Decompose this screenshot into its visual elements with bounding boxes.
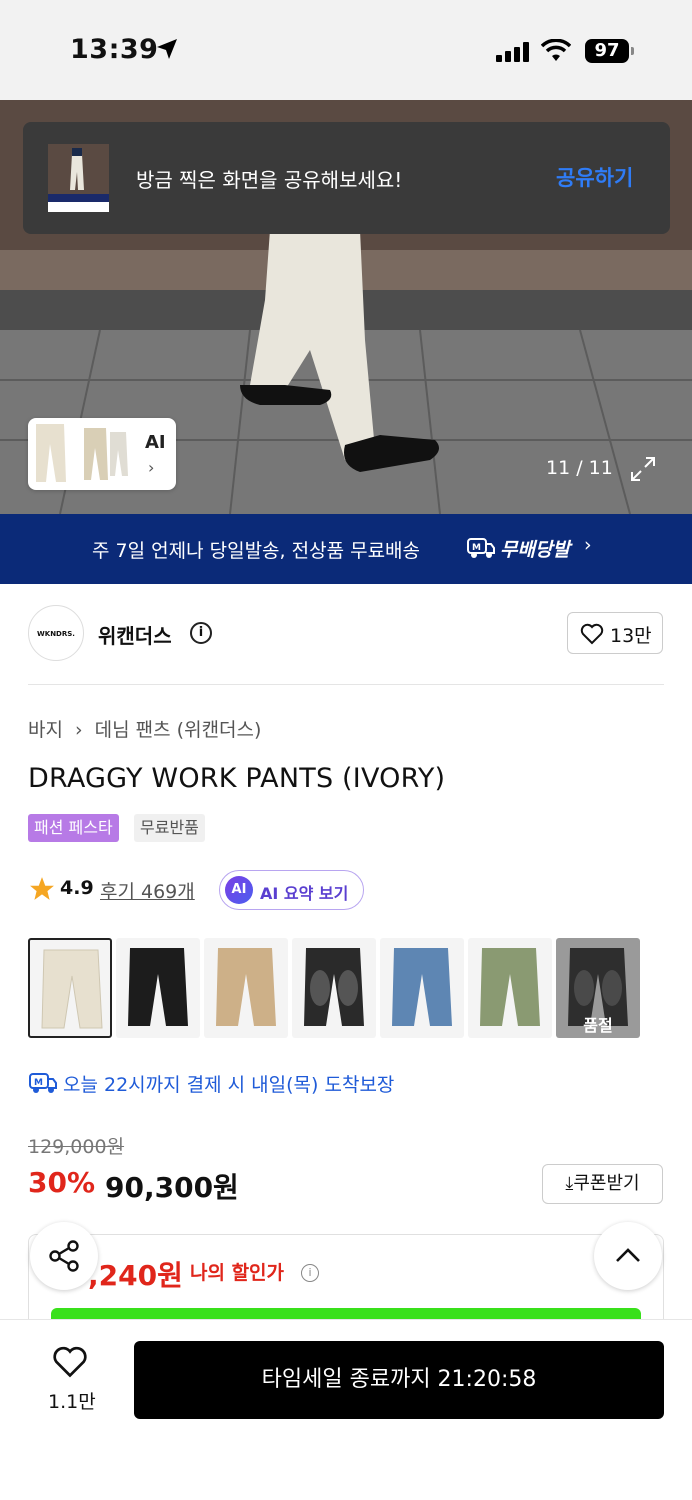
status-time: 13:39 [70, 34, 159, 65]
ai-summary-button[interactable]: AI AI 요약 보기 [219, 870, 364, 910]
screenshot-thumbnail[interactable] [48, 144, 109, 212]
my-discount-price: ,240원 [88, 1259, 183, 1292]
heart-icon[interactable] [52, 1345, 88, 1379]
rating-value: 4.9 [60, 877, 94, 899]
color-swatches: 품절 [28, 938, 648, 1040]
breadcrumb-separator-icon: › [75, 719, 83, 741]
battery-icon: 97 [585, 39, 629, 63]
review-count-link[interactable]: 후기 469개 [100, 877, 195, 904]
battery-tip [631, 47, 634, 55]
product-title: DRAGGY WORK PANTS (IVORY) [28, 763, 446, 794]
heart-icon [580, 623, 604, 645]
swatch-khaki[interactable] [468, 938, 552, 1038]
share-button[interactable] [30, 1222, 98, 1290]
swatch-black[interactable] [116, 938, 200, 1038]
divider [28, 684, 664, 685]
soldout-label: 품절 [583, 1016, 613, 1035]
ai-summary-label: AI 요약 보기 [260, 884, 349, 903]
delivery-truck-icon: M [29, 1073, 57, 1093]
banner-text: 주 7일 언제나 당일발송, 전상품 무료배송 [92, 540, 421, 562]
pants-image [216, 948, 276, 1026]
fashion-festa-badge: 패션 페스타 [28, 814, 119, 842]
screenshot-preview-icon [48, 144, 109, 212]
discount-percent: 30% [28, 1166, 96, 1199]
status-bar: 13:39 97 [0, 0, 692, 100]
pants-image [41, 949, 103, 1029]
delivery-truck-icon: M [467, 538, 495, 558]
expand-icon[interactable] [629, 455, 657, 483]
share-icon [49, 1240, 79, 1272]
ai-icon: AI [225, 876, 253, 904]
wish-count: 1.1만 [48, 1391, 96, 1413]
info-icon[interactable]: i [190, 622, 212, 644]
toast-message: 방금 찍은 화면을 공유해보세요! [136, 168, 403, 192]
brand-like-button[interactable]: 13만 [567, 612, 663, 654]
image-counter: 11 / 11 [546, 457, 613, 479]
breadcrumb-category[interactable]: 바지 [28, 719, 63, 741]
swatch-washed-black[interactable] [292, 938, 376, 1038]
pants-image [392, 948, 452, 1026]
breadcrumb: 바지 › 데님 팬츠 (위캔더스) [28, 715, 267, 742]
swatch-blue[interactable] [380, 938, 464, 1038]
brand-like-count: 13만 [610, 625, 652, 647]
svg-text:M: M [34, 1078, 43, 1088]
coupon-download-button[interactable]: ⤓쿠폰받기 [542, 1164, 663, 1204]
swatch-beige[interactable] [204, 938, 288, 1038]
star-icon [30, 877, 54, 900]
banner-logo-text: 무배당발 [500, 539, 570, 561]
screenshot-share-toast: 방금 찍은 화면을 공유해보세요! 공유하기 [23, 122, 670, 234]
brand-logo[interactable]: WKNDRS. [28, 605, 84, 661]
swatch-soldout[interactable]: 품절 [556, 938, 640, 1038]
wifi-icon [541, 39, 571, 61]
swatch-ivory[interactable] [28, 938, 112, 1038]
free-return-badge: 무료반품 [134, 814, 205, 842]
svg-text:M: M [472, 543, 481, 553]
delivery-guarantee-text: 오늘 22시까지 결제 시 내일(목) 도착보장 [63, 1074, 395, 1096]
scroll-top-button[interactable] [594, 1222, 662, 1290]
free-shipping-banner[interactable]: 주 7일 언제나 당일발송, 전상품 무료배송 M 무배당발 › [0, 514, 692, 584]
ai-similar-items-button[interactable]: AI › [28, 418, 176, 490]
cellular-signal-icon [496, 42, 529, 62]
share-now-button[interactable]: 공유하기 [556, 162, 633, 192]
location-arrow-icon [157, 39, 177, 59]
chevron-up-icon [616, 1248, 640, 1262]
sale-price: 90,300원 [105, 1171, 239, 1204]
buy-button[interactable]: 타임세일 종료까지 21:20:58 [134, 1341, 664, 1419]
info-icon[interactable]: i [301, 1264, 319, 1282]
pants-image [128, 948, 188, 1026]
original-price: 129,000원 [28, 1136, 125, 1158]
brand-name[interactable]: 위캔더스 [98, 620, 172, 649]
chevron-right-icon: › [584, 534, 592, 556]
ai-label: AI [145, 432, 166, 453]
chevron-right-icon: › [148, 458, 155, 477]
pants-image [480, 948, 540, 1026]
pants-image [304, 948, 364, 1026]
pants-thumbnail-icon [32, 422, 132, 486]
my-discount-label: 나의 할인가 [190, 1262, 285, 1284]
breadcrumb-subcategory[interactable]: 데님 팬츠 (위캔더스) [95, 719, 262, 741]
